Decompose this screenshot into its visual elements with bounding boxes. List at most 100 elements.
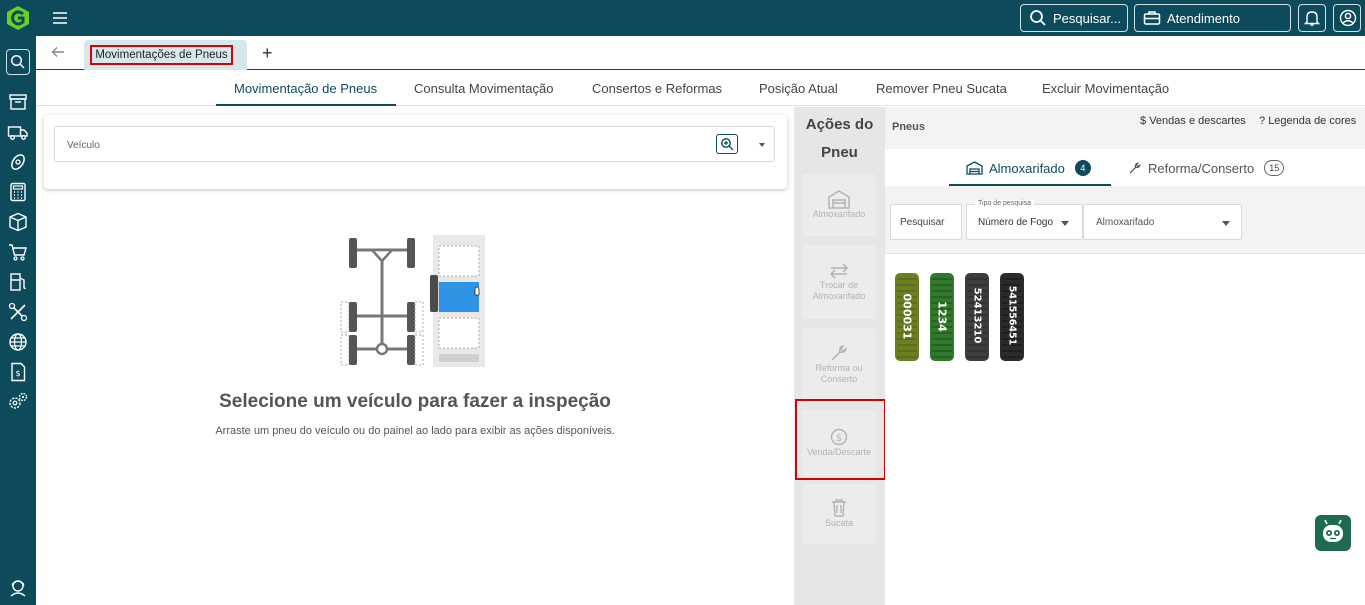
tab-warehouse-count: 4 <box>1074 160 1091 176</box>
trash-icon <box>832 499 846 517</box>
tire-number: 000031 <box>900 293 914 340</box>
archive-icon[interactable] <box>7 91 29 113</box>
tire-card[interactable]: 1234 <box>929 272 955 362</box>
search-icon <box>10 54 25 69</box>
top-bar: Pesquisar... Atendimento <box>0 0 1365 36</box>
empty-state-title: Selecione um veículo para fazer a inspeç… <box>219 391 611 412</box>
subnav-delete-movement[interactable]: Excluir Movimentação <box>1042 81 1169 96</box>
tire-actions-panel: Ações do Pneu Almoxarifado Trocar de Alm… <box>794 107 885 605</box>
back-arrow-icon[interactable] <box>50 44 66 60</box>
subnav-remove-scrap-tire[interactable]: Remover Pneu Sucata <box>876 81 1007 96</box>
tab-retread-repair[interactable]: Reforma/Conserto 15 <box>1128 160 1285 176</box>
tab-retread-repair-count: 15 <box>1264 160 1285 176</box>
sidebar: $ <box>0 36 36 605</box>
tire-card[interactable]: 541556451 <box>999 272 1025 362</box>
warehouse-filter-value: Almoxarifado <box>1096 217 1155 228</box>
robot-icon <box>1323 519 1343 542</box>
service-label: Atendimento <box>1167 10 1240 26</box>
hamburger-menu-icon[interactable] <box>50 8 70 28</box>
sale-disposal-highlight <box>795 399 886 480</box>
warehouse-action-button[interactable]: Almoxarifado <box>802 174 876 236</box>
tire-number: 541556451 <box>1006 285 1018 346</box>
vehicle-select[interactable]: Veículo <box>54 126 775 162</box>
help-circle-icon: ? <box>1259 115 1266 127</box>
search-type-select[interactable]: Tipo de pesquisa Número de Fogo <box>966 200 1083 240</box>
tire-card[interactable]: 000031 <box>894 272 920 362</box>
tab-tire-movements-label: Movimentações de Pneus <box>90 45 233 65</box>
tire-card[interactable]: 52413210 <box>964 272 990 362</box>
subnav-current-position[interactable]: Posição Atual <box>759 81 838 96</box>
search-icon <box>1030 10 1046 26</box>
search-type-value: Número de Fogo <box>978 217 1054 228</box>
tire-search-input[interactable]: Pesquisar <box>890 204 962 240</box>
empty-state-subtitle: Arraste um pneu do veículo ou do painel … <box>215 425 615 437</box>
color-legend-link[interactable]: ? Legenda de cores <box>1259 115 1356 127</box>
truck-icon[interactable] <box>7 121 29 143</box>
vehicle-search-button[interactable] <box>716 134 738 154</box>
change-warehouse-label-line1: Trocar de <box>819 280 859 290</box>
tools-icon[interactable] <box>7 301 29 323</box>
tire-filters: Pesquisar Tipo de pesquisa Número de Fog… <box>885 186 1365 254</box>
tires-panel: Pneus $ Vendas e descartes ? Legenda de … <box>885 107 1365 605</box>
fuel-icon[interactable] <box>7 271 29 293</box>
globe-icon[interactable] <box>7 331 29 353</box>
tire-number: 1234 <box>935 301 949 332</box>
app-logo[interactable] <box>4 4 32 32</box>
tire-actions-title-line1: Ações do <box>805 116 874 133</box>
sub-navigation: Movimentação de Pneus Consulta Movimenta… <box>36 70 1365 106</box>
tire-icon[interactable] <box>7 151 29 173</box>
chevron-down-icon <box>1061 221 1069 226</box>
warehouse-icon <box>966 161 983 175</box>
tires-panel-title: Pneus <box>892 121 926 133</box>
service-button[interactable]: Atendimento <box>1134 4 1291 32</box>
add-tab-button[interactable]: + <box>262 44 273 62</box>
notifications-button[interactable] <box>1298 4 1326 32</box>
assistant-bot-button[interactable] <box>1315 515 1351 551</box>
vehicle-card: Veículo <box>44 115 787 189</box>
sales-disposals-link[interactable]: $ Vendas e descartes <box>1140 115 1246 127</box>
tab-tire-movements[interactable]: Movimentações de Pneus <box>84 40 247 70</box>
subnav-movement-query[interactable]: Consulta Movimentação <box>414 81 553 96</box>
tab-retread-repair-label: Reforma/Conserto <box>1148 160 1255 176</box>
warehouse-icon <box>828 190 850 209</box>
cart-icon[interactable] <box>7 241 29 263</box>
calculator-icon[interactable] <box>7 181 29 203</box>
subnav-repairs-retreads[interactable]: Consertos e Reformas <box>592 81 722 96</box>
invoice-icon[interactable]: $ <box>7 361 29 383</box>
vehicle-panel: Veículo Selecione um veículo para fazer … <box>36 107 794 605</box>
tire-number: 52413210 <box>971 287 983 344</box>
svg-text:$: $ <box>15 369 20 378</box>
change-warehouse-action-button[interactable]: Trocar de Almoxarifado <box>802 245 876 319</box>
page-tab-bar: Movimentações de Pneus + <box>36 36 1365 70</box>
subnav-tire-movement[interactable]: Movimentação de Pneus <box>234 81 377 96</box>
global-search-button[interactable]: Pesquisar... <box>1020 4 1128 32</box>
scrap-action-button[interactable]: Sucata <box>802 484 876 544</box>
warehouse-action-label: Almoxarifado <box>812 209 866 219</box>
dollar-circle-icon: $ <box>1140 115 1147 127</box>
tab-warehouse[interactable]: Almoxarifado 4 <box>966 160 1091 176</box>
sales-disposals-link-label: Vendas e descartes <box>1149 115 1246 127</box>
tire-actions-title: Ações do Pneu <box>794 111 885 167</box>
user-icon <box>1339 9 1357 27</box>
settings-icon[interactable] <box>7 391 29 413</box>
tire-list: 000031 1234 52413210 541556451 <box>885 254 1365 394</box>
support-icon[interactable] <box>7 577 29 599</box>
subnav-active-indicator <box>216 104 396 106</box>
inventory-tabs: Almoxarifado 4 Reforma/Conserto 15 <box>885 149 1365 186</box>
box-icon[interactable] <box>7 211 29 233</box>
warehouse-filter-select[interactable]: Almoxarifado <box>1083 204 1242 240</box>
search-type-label: Tipo de pesquisa <box>975 200 1035 207</box>
user-profile-button[interactable] <box>1333 4 1361 32</box>
tires-panel-header: Pneus $ Vendas e descartes ? Legenda de … <box>885 107 1365 149</box>
repair-retread-label-line2: Conserto <box>820 374 858 384</box>
sidebar-search-button[interactable] <box>6 49 30 75</box>
briefcase-icon <box>1143 11 1161 25</box>
tire-actions-title-line2: Pneu <box>821 144 858 161</box>
tire-search-placeholder: Pesquisar <box>900 217 945 228</box>
scrap-label: Sucata <box>824 518 854 528</box>
wrench-icon <box>1129 162 1141 174</box>
vehicle-axle-illustration <box>340 235 485 367</box>
repair-retread-action-button[interactable]: Reforma ou Conserto <box>802 328 876 402</box>
chevron-down-icon[interactable] <box>759 143 765 147</box>
search-plus-icon <box>721 138 734 151</box>
